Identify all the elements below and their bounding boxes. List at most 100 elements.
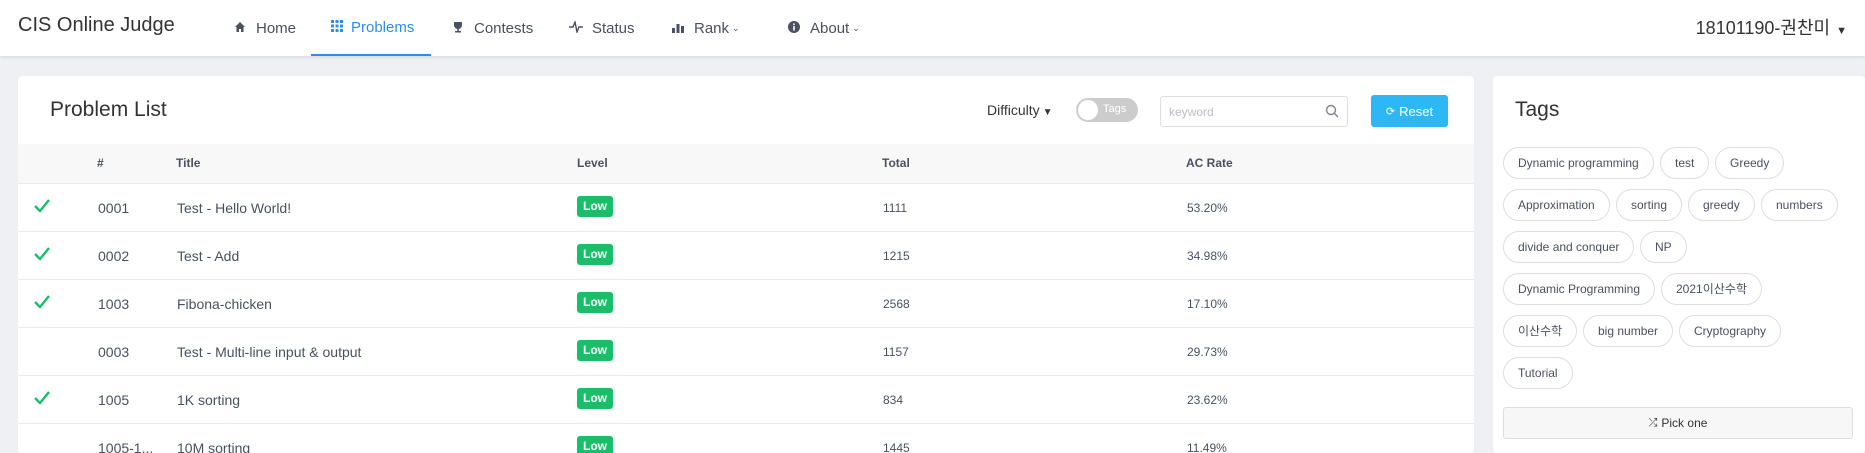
reset-label: Reset [1399,103,1434,119]
difficulty-label: Difficulty [987,102,1040,118]
bar-chart-icon [670,21,686,36]
problem-title-link[interactable]: Fibona-chicken [177,296,272,312]
reset-button[interactable]: ⟳ Reset [1371,95,1448,127]
difficulty-dropdown[interactable]: Difficulty ▼ [987,102,1053,118]
problem-title-link[interactable]: Test - Hello World! [177,200,291,216]
tag-chip[interactable]: 2021이산수학 [1661,273,1762,305]
problem-total: 1445 [883,441,910,453]
check-icon [32,196,52,216]
problem-title-link[interactable]: 10M sorting [177,440,250,453]
tags-toggle[interactable]: Tags [1076,98,1138,122]
home-icon [232,21,248,36]
problem-id: 0002 [98,248,130,264]
level-badge: Low [577,436,613,453]
problem-title-link[interactable]: Test - Multi-line input & output [177,344,361,360]
user-menu[interactable]: 18101190-권찬미 ▼ [1696,14,1847,40]
pick-one-button[interactable]: ⤮ Pick one [1503,407,1853,439]
problem-id: 1005 [98,392,130,408]
level-badge: Low [577,340,613,361]
pulse-icon [568,19,584,36]
toggle-knob [1078,100,1098,120]
tags-toggle-label: Tags [1103,103,1127,115]
tag-chip[interactable]: greedy [1688,189,1755,221]
column-header-total: Total [882,156,910,170]
tag-chip[interactable]: sorting [1616,189,1683,221]
problem-id: 0003 [98,344,130,360]
top-navbar: CIS Online Judge Home Problems Contests … [0,0,1865,56]
refresh-icon: ⟳ [1385,105,1396,118]
problem-id: 1003 [98,296,130,312]
site-logo[interactable]: CIS Online Judge [18,14,175,37]
nav-problems[interactable]: Problems [311,0,431,56]
problem-total: 1157 [883,345,909,359]
problem-title-link[interactable]: Test - Add [177,248,239,264]
nav-contests-label: Contests [474,19,534,37]
problem-total: 2568 [883,297,910,311]
check-icon [32,388,52,408]
table-row[interactable]: 1005-1... 10M sorting Low 1445 11.49% [18,424,1474,453]
column-header-title: Title [176,156,201,170]
trophy-icon [450,21,466,36]
chevron-down-icon: ⌄ [852,22,860,33]
tag-chip[interactable]: Dynamic Programming [1503,273,1656,305]
search-input[interactable]: keyword [1160,96,1348,127]
tag-chip[interactable]: Tutorial [1503,357,1573,389]
grid-icon [331,19,343,35]
column-header-ac-rate: AC Rate [1186,156,1233,170]
nav-about-label: About [810,19,850,37]
nav-rank-label: Rank [694,19,730,37]
tags-card: Tags Dynamic programming test Greedy Approx… [1493,76,1865,453]
username: 18101190-권찬미 [1695,18,1831,38]
column-header-id: # [97,156,104,170]
tag-chip[interactable]: test [1660,147,1710,179]
tag-chip[interactable]: Greedy [1715,147,1785,179]
table-row[interactable]: 1005 1K sorting Low 834 23.62% [18,376,1474,424]
caret-down-icon: ▼ [1836,25,1847,37]
tag-chip[interactable]: Dynamic programming [1503,147,1654,179]
tag-chip[interactable]: Cryptography [1679,315,1782,347]
level-badge: Low [577,292,613,313]
nav-status-label: Status [592,19,635,37]
problem-ac-rate: 11.49% [1187,441,1227,453]
nav-status[interactable]: Status [568,0,635,56]
table-row[interactable]: 0001 Test - Hello World! Low 1111 53.20% [18,184,1474,232]
problem-ac-rate: 29.73% [1187,345,1228,359]
tag-chip[interactable]: big number [1583,315,1674,347]
problem-ac-rate: 34.98% [1187,249,1228,263]
problem-id: 0001 [98,200,130,216]
info-icon [786,20,802,36]
table-header: # Title Level Total AC Rate [18,144,1474,184]
table-row[interactable]: 0002 Test - Add Low 1215 34.98% [18,232,1474,280]
level-badge: Low [577,244,613,265]
level-badge: Low [577,388,613,409]
table-row[interactable]: 1003 Fibona-chicken Low 2568 17.10% [18,280,1474,328]
tag-chip[interactable]: divide and conquer [1503,231,1635,263]
nav-home-label: Home [256,19,297,37]
problem-ac-rate: 17.10% [1187,297,1228,311]
column-header-level: Level [577,156,608,170]
level-badge: Low [577,196,613,217]
search-placeholder: keyword [1169,105,1214,119]
nav-problems-label: Problems [351,18,415,36]
nav-home[interactable]: Home [232,0,296,56]
problem-total: 834 [883,393,904,407]
nav-about[interactable]: About ⌄ [786,0,860,56]
tag-chip[interactable]: numbers [1761,189,1838,221]
nav-contests[interactable]: Contests [450,0,533,56]
problem-title-link[interactable]: 1K sorting [177,392,240,408]
problem-ac-rate: 23.62% [1187,393,1228,407]
caret-down-icon: ▼ [1042,107,1053,118]
tag-chip[interactable]: 이산수학 [1503,315,1578,347]
chevron-down-icon: ⌄ [732,22,740,33]
problem-total: 1215 [883,249,910,263]
tag-chip[interactable]: Approximation [1503,189,1610,221]
problem-list-card: Problem List Difficulty ▼ Tags keyword ⟳ … [18,76,1474,453]
check-icon [32,244,52,264]
table-row[interactable]: 0003 Test - Multi-line input & output Low 1… [18,328,1474,376]
nav-rank[interactable]: Rank ⌄ [670,0,740,56]
tag-chip[interactable]: NP [1640,231,1687,263]
problem-total: 1111 [883,201,908,215]
page-title: Problem List [50,98,167,121]
tags-title: Tags [1515,98,1560,121]
search-icon[interactable] [1325,104,1339,118]
